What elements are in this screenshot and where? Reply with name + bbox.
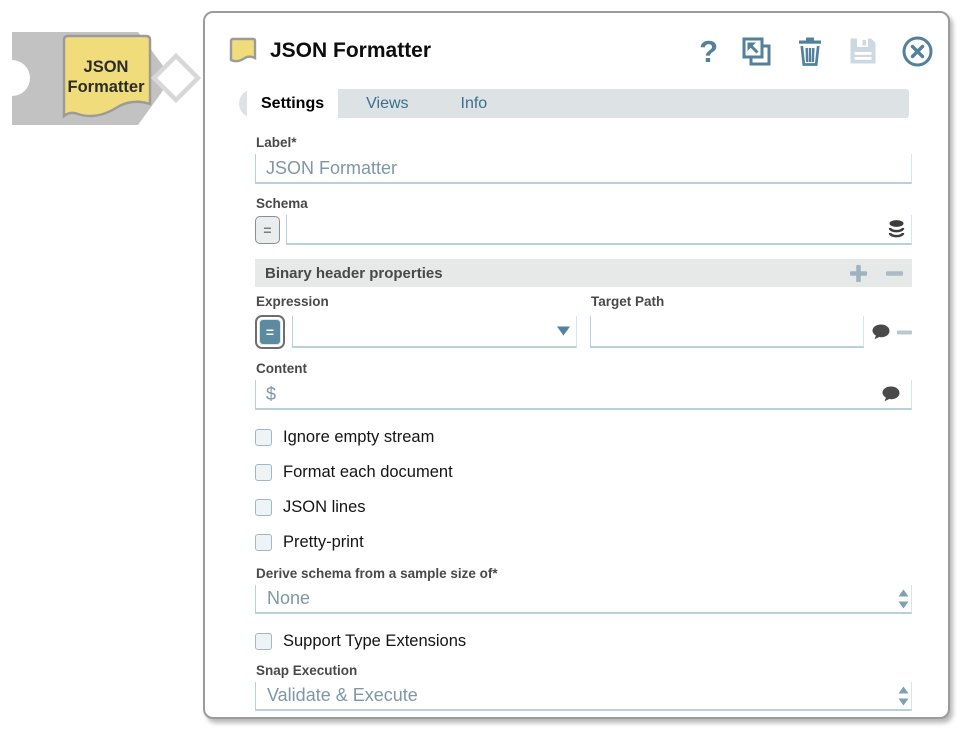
support-type-extensions-option: Support Type Extensions (255, 632, 912, 651)
derive-schema-select[interactable]: None (255, 585, 912, 614)
schema-expression-toggle[interactable]: = (255, 216, 280, 244)
format-each-document-label: Format each document (283, 463, 453, 482)
format-each-document-checkbox[interactable] (255, 464, 272, 481)
snap-execution-spinner-icon[interactable] (898, 685, 909, 706)
snap-execution-select[interactable]: Validate & Execute (255, 682, 912, 711)
content-input[interactable] (256, 384, 911, 405)
target-path-column-label: Target Path (591, 294, 912, 309)
derive-schema-value: None (256, 588, 310, 609)
save-icon[interactable] (848, 36, 878, 66)
close-icon[interactable] (901, 35, 934, 68)
target-path-input[interactable] (591, 321, 863, 342)
remove-row-icon[interactable] (885, 264, 904, 283)
expression-toggle-active[interactable]: = (255, 315, 285, 349)
snap-type-note-icon (227, 35, 259, 67)
support-type-extensions-label: Support Type Extensions (283, 632, 466, 651)
schema-field-label: Schema (256, 196, 912, 211)
ignore-empty-stream-label: Ignore empty stream (283, 428, 434, 447)
expression-column-label: Expression (256, 294, 577, 309)
ignore-empty-stream-checkbox[interactable] (255, 429, 272, 446)
add-row-icon[interactable] (849, 264, 868, 283)
label-field-label: Label* (256, 135, 912, 150)
binary-header-properties-table: Expression = Target P (255, 294, 912, 351)
derive-schema-field-label: Derive schema from a sample size of* (256, 566, 912, 581)
binary-header-properties-bar: Binary header properties (255, 259, 912, 287)
json-lines-label: JSON lines (283, 498, 366, 517)
tab-views[interactable]: Views (366, 95, 408, 113)
snap-label-line2: Formatter (67, 78, 145, 96)
target-path-comment-icon[interactable] (872, 324, 890, 340)
content-comment-icon[interactable] (882, 386, 900, 402)
delete-icon[interactable] (795, 35, 825, 67)
json-lines-option: JSON lines (255, 498, 912, 517)
binary-header-properties-title: Binary header properties (265, 265, 443, 282)
content-field (255, 380, 912, 410)
support-type-extensions-checkbox[interactable] (255, 633, 272, 650)
derive-schema-spinner-icon[interactable] (898, 588, 909, 609)
label-input[interactable] (256, 158, 911, 179)
content-field-label: Content (256, 361, 912, 376)
format-each-document-option: Format each document (255, 463, 912, 482)
help-icon[interactable]: ? (699, 36, 718, 67)
label-field (255, 154, 912, 184)
pretty-print-option: Pretty-print (255, 533, 912, 552)
pretty-print-checkbox[interactable] (255, 534, 272, 551)
snap-settings-dialog: JSON Formatter ? (203, 11, 950, 719)
pretty-print-label: Pretty-print (283, 533, 364, 552)
snap-execution-field-label: Snap Execution (256, 663, 912, 678)
dialog-header: JSON Formatter ? (227, 29, 934, 73)
expression-input[interactable] (293, 321, 576, 342)
schema-input[interactable] (287, 219, 911, 240)
schema-suggest-database-icon[interactable] (888, 219, 905, 240)
dialog-header-actions: ? (699, 35, 934, 68)
dialog-title: JSON Formatter (270, 39, 431, 63)
tab-settings[interactable]: Settings (247, 89, 338, 118)
schema-field: = (255, 215, 912, 245)
settings-form: Label* Schema = (255, 125, 912, 711)
tab-info[interactable]: Info (461, 95, 488, 113)
snap-label-line1: JSON (84, 58, 129, 76)
ignore-empty-stream-option: Ignore empty stream (255, 428, 912, 447)
open-in-new-window-icon[interactable] (741, 36, 772, 67)
tab-bar: Settings Views Info (239, 89, 909, 118)
snap-execution-value: Validate & Execute (256, 685, 418, 706)
delete-this-row-icon[interactable] (897, 330, 912, 335)
pipeline-snap[interactable]: JSON Formatter (0, 6, 210, 146)
json-lines-checkbox[interactable] (255, 499, 272, 516)
snaplogic-snap-settings-screen: JSON Formatter JSON Formatter ? (0, 0, 966, 731)
expression-dropdown-arrow-icon[interactable] (557, 327, 570, 336)
